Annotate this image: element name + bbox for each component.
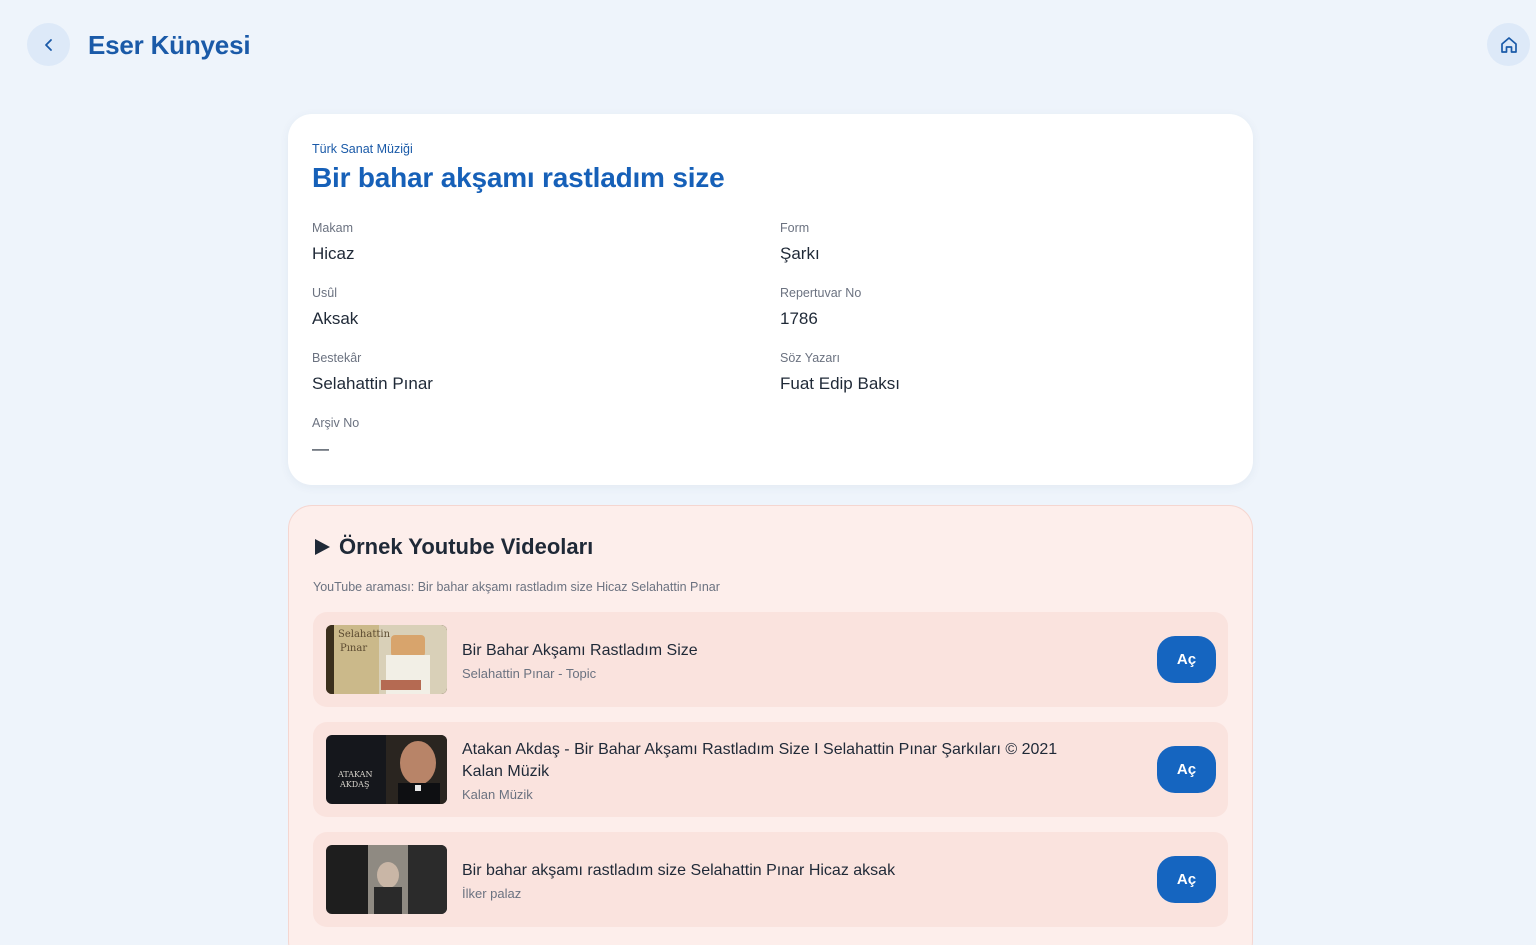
field-label: Usûl	[312, 286, 338, 300]
video-text: Bir Bahar Akşamı Rastladım Size Selahatt…	[462, 640, 1098, 681]
thumbnail-text: Selahattin	[338, 629, 391, 640]
videos-heading: Örnek Youtube Videoları	[313, 534, 593, 560]
video-item[interactable]: Bir bahar akşamı rastladım size Selahatt…	[313, 832, 1228, 927]
video-channel: İlker palaz	[462, 886, 522, 901]
video-title: Atakan Akdaş - Bir Bahar Akşamı Rastladı…	[462, 741, 1058, 780]
field-arsiv-no: Arşiv No —	[312, 416, 359, 459]
video-title: Bir Bahar Akşamı Rastladım Size	[462, 642, 698, 659]
thumbnail-text: Pınar	[340, 643, 367, 654]
field-label: Makam	[312, 221, 353, 235]
video-item[interactable]: ATAKAN AKDAŞ Atakan Akdaş - Bir Bahar Ak…	[313, 722, 1228, 817]
field-value: Aksak	[312, 309, 359, 328]
video-thumbnail	[326, 845, 447, 914]
field-value: Hicaz	[312, 244, 355, 263]
field-label: Arşiv No	[312, 416, 360, 430]
field-value: Şarkı	[780, 244, 820, 263]
field-label: Form	[780, 221, 810, 235]
video-channel: Selahattin Pınar - Topic	[462, 666, 597, 681]
video-text: Atakan Akdaş - Bir Bahar Akşamı Rastladı…	[462, 739, 1098, 802]
youtube-query: YouTube araması: Bir bahar akşamı rastla…	[313, 580, 720, 594]
field-label: Repertuvar No	[780, 286, 862, 300]
page-title: Eser Künyesi	[88, 30, 251, 60]
thumbnail-text: ATAKAN	[337, 770, 372, 779]
open-video-button[interactable]: Aç	[1157, 856, 1216, 903]
chevron-left-icon	[44, 38, 52, 51]
videos-heading-text: Örnek Youtube Videoları	[339, 534, 594, 559]
field-value: —	[312, 439, 329, 458]
thumbnail-text: AKDAŞ	[339, 780, 369, 789]
video-channel: Kalan Müzik	[462, 787, 533, 802]
page: Eser Künyesi Türk Sanat Müziği Bir bahar…	[0, 0, 1536, 945]
field-soz-yazari: Söz Yazarı Fuat Edip Baksı	[780, 351, 900, 394]
field-repertuvar-no: Repertuvar No 1786	[780, 286, 861, 329]
work-title: Bir bahar akşamı rastladım size	[312, 162, 725, 193]
video-item[interactable]: Selahattin Pınar Bir Bahar Akşamı Rastla…	[313, 612, 1228, 707]
work-info-card: Türk Sanat Müziği Bir bahar akşamı rastl…	[288, 114, 1253, 485]
video-text: Bir bahar akşamı rastladım size Selahatt…	[462, 860, 1098, 901]
field-value: Selahattin Pınar	[312, 374, 433, 393]
field-label: Bestekâr	[312, 351, 362, 365]
field-makam: Makam Hicaz	[312, 221, 355, 264]
field-usul: Usûl Aksak	[312, 286, 358, 329]
field-value: Fuat Edip Baksı	[780, 374, 901, 393]
video-thumbnail: Selahattin Pınar	[326, 625, 447, 694]
field-form: Form Şarkı	[780, 221, 820, 264]
genre-label: Türk Sanat Müziği	[312, 142, 413, 156]
home-icon	[1500, 36, 1517, 53]
back-button[interactable]	[27, 23, 70, 66]
video-title: Bir bahar akşamı rastladım size Selahatt…	[462, 862, 896, 879]
home-button[interactable]	[1487, 23, 1530, 66]
open-video-button[interactable]: Aç	[1157, 636, 1216, 683]
field-label: Söz Yazarı	[780, 351, 840, 365]
youtube-videos-panel: Örnek Youtube Videoları YouTube araması:…	[288, 505, 1253, 945]
open-video-button[interactable]: Aç	[1157, 746, 1216, 793]
field-value: 1786	[780, 309, 818, 328]
field-bestekar: Bestekâr Selahattin Pınar	[312, 351, 433, 394]
video-thumbnail: ATAKAN AKDAŞ	[326, 735, 447, 804]
play-triangle-icon	[315, 539, 330, 555]
